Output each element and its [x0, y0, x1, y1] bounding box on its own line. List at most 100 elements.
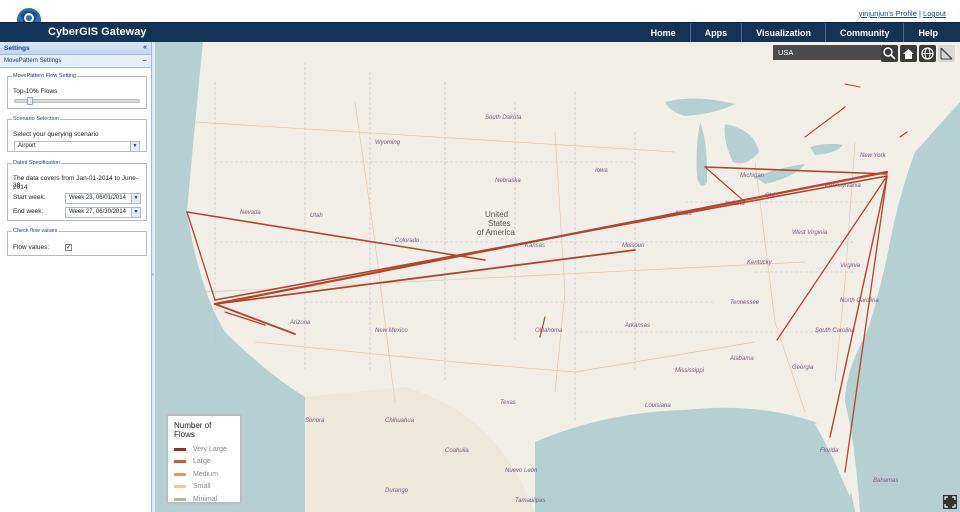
end-week-label: End week: [13, 208, 44, 215]
scenario-select[interactable]: Airport ▼ [14, 141, 140, 152]
legend-label: Small [193, 483, 211, 491]
map-label-utah: Utah [310, 213, 323, 219]
legend-swatch [174, 460, 186, 464]
map-label-alabama: Alabama [729, 356, 754, 362]
lake-michigan [696, 122, 708, 186]
chevron-down-icon[interactable]: ▼ [130, 142, 139, 151]
gulf-of-mexico [535, 407, 855, 512]
map-search-input[interactable]: USA [773, 45, 881, 60]
map-label-wyoming: Wyoming [375, 140, 401, 146]
map-label-nevada: Nevada [240, 210, 261, 216]
flow-line [844, 83, 861, 88]
map-label-south-dakota: South Dakota [485, 115, 522, 121]
map-label-iowa: Iowa [595, 168, 608, 174]
map-label-kentucky: Kentucky [747, 260, 773, 266]
map-label-mississippi: Mississippi [675, 368, 705, 374]
coverage-text-line1: The data covers from Jan-01-2014 to June… [13, 175, 139, 189]
scenario-select-value: Airport [18, 143, 36, 149]
search-icon[interactable] [881, 45, 898, 62]
collapse-panel-icon[interactable]: − [142, 56, 147, 65]
map-label-nuevo-leon: Nuevo León [505, 468, 538, 474]
lake-ontario [810, 143, 843, 155]
coverage-text-line2: 2014 [13, 184, 28, 191]
map-label-arkansas: Arkansas [624, 323, 650, 329]
flow-line [214, 175, 888, 301]
collapse-sidebar-icon[interactable]: « [143, 44, 147, 51]
main-navbar: CyberGIS Gateway Home Apps Visualization… [0, 22, 960, 43]
map-label-missouri: Missouri [622, 243, 645, 249]
lake-huron [724, 124, 759, 164]
movepattern-panel-header: MovePattern Settings − [0, 55, 151, 68]
user-links: yinjunjun's Profile | Logout [859, 9, 946, 18]
legend-title: Number of Flows [174, 421, 212, 439]
user-links-separator: | [919, 9, 921, 18]
nav-visualization[interactable]: Visualization [741, 23, 825, 43]
lake-superior [665, 98, 735, 116]
map-label-sonora: Sonora [305, 418, 325, 424]
legend-item: Minimal [174, 493, 234, 506]
map-label-south-carolina: South Carolina [815, 328, 855, 334]
map-label-west-virginia: West Virginia [792, 230, 828, 236]
map-label-country-3: of America [477, 228, 515, 237]
nav-links: Home Apps Visualization Community Help [637, 23, 952, 43]
map-view[interactable]: South Dakota Wyoming Nebraska Utah Color… [155, 42, 960, 512]
map-label-new-mexico: New Mexico [375, 328, 408, 334]
end-week-select[interactable]: Week 27, 06/30/2014 ▼ [65, 207, 141, 218]
check-flow-legend: Check flow values [13, 228, 58, 234]
map-label-colorado: Colorado [395, 238, 420, 244]
measure-icon[interactable] [938, 45, 955, 62]
map-label-bahamas: Bahamas [873, 478, 898, 484]
legend-item: Large [174, 456, 234, 469]
flow-values-label: Flow values: [13, 244, 50, 251]
logout-link[interactable]: Logout [923, 9, 946, 18]
flow-values-checkbox[interactable]: ✓ [65, 244, 72, 251]
flow-line [899, 131, 908, 138]
legend-swatch [174, 485, 186, 489]
settings-title: Settings [4, 45, 30, 52]
dates-group: Dates Specification The data covers from… [7, 160, 147, 221]
flow-setting-group: MovePattern Flow Setting Top-10% Flows [7, 73, 147, 109]
flow-line [539, 316, 546, 338]
nav-community[interactable]: Community [824, 23, 904, 43]
map-label-texas: Texas [500, 400, 516, 406]
map-label-michigan: Michigan [740, 173, 765, 179]
scenario-group: Scenario Selection Select your querying … [7, 116, 147, 152]
nav-apps[interactable]: Apps [689, 23, 742, 43]
flow-line [804, 106, 846, 138]
fullscreen-icon[interactable] [943, 495, 957, 509]
atlantic-ocean [845, 102, 960, 512]
map-label-coahuila: Coahuila [445, 448, 469, 454]
map-label-oklahoma: Oklahoma [535, 328, 563, 334]
map-label-arizona: Arizona [289, 320, 311, 326]
home-icon[interactable] [900, 45, 917, 62]
chevron-down-icon[interactable]: ▼ [131, 208, 140, 217]
legend-label: Very Large [193, 445, 227, 453]
map-label-country-1: United [485, 210, 508, 219]
state-borders [214, 62, 875, 422]
chevron-down-icon[interactable]: ▼ [131, 194, 140, 203]
legend-label: Minimal [193, 495, 218, 503]
nav-help[interactable]: Help [903, 23, 952, 43]
top-strip [0, 0, 960, 22]
flow-line [214, 303, 296, 335]
profile-link[interactable]: yinjunjun's Profile [859, 9, 917, 18]
flow-line [214, 249, 636, 305]
flow-legend: Number of Flows Very Large Large Medium Sma… [167, 415, 241, 503]
start-week-value: Week 23, 06/01/2014 [69, 195, 126, 201]
nav-home[interactable]: Home [637, 23, 690, 43]
map-label-tennessee: Tennessee [730, 300, 760, 306]
top-flows-label: Top-10% Flows [13, 88, 58, 95]
globe-icon[interactable] [919, 45, 936, 62]
map-label-louisiana: Louisiana [645, 403, 671, 409]
end-week-value: Week 27, 06/30/2014 [69, 209, 126, 215]
legend-swatch [174, 447, 186, 451]
top-flows-slider[interactable] [14, 97, 140, 105]
legend-swatch [174, 472, 186, 476]
slider-thumb[interactable] [27, 97, 33, 105]
flow-line [224, 311, 266, 326]
map-label-durango: Durango [385, 488, 409, 494]
basemap[interactable]: South Dakota Wyoming Nebraska Utah Color… [155, 42, 960, 512]
map-label-kansas: Kansas [525, 243, 545, 249]
legend-label: Medium [193, 470, 218, 478]
start-week-select[interactable]: Week 23, 06/01/2014 ▼ [65, 193, 141, 204]
